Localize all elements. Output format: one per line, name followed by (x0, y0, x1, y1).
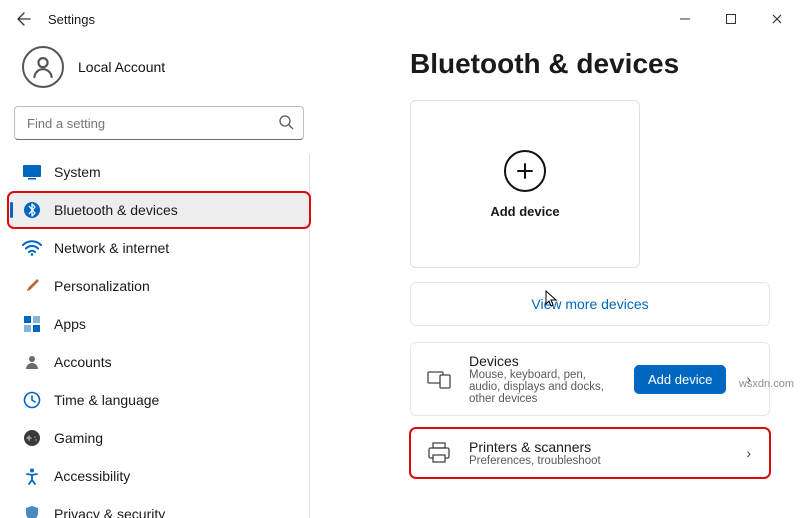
sidebar-item-system[interactable]: System (8, 154, 310, 190)
plus-circle-icon (504, 150, 546, 192)
sidebar-item-label: Bluetooth & devices (54, 202, 178, 218)
devices-card[interactable]: Devices Mouse, keyboard, pen, audio, dis… (410, 342, 770, 416)
accounts-icon (22, 352, 42, 372)
system-icon (22, 162, 42, 182)
titlebar: Settings (0, 0, 800, 38)
bluetooth-icon (22, 200, 42, 220)
devices-icon (425, 369, 453, 389)
sidebar: Local Account System Bluetooth & devices… (0, 38, 320, 518)
account-name: Local Account (78, 59, 165, 75)
add-device-tile[interactable]: Add device (410, 100, 640, 268)
sidebar-item-label: Time & language (54, 392, 159, 408)
main-pane: Bluetooth & devices Add device View more… (320, 38, 800, 518)
sidebar-item-personalization[interactable]: Personalization (8, 268, 310, 304)
sidebar-item-label: Privacy & security (54, 506, 165, 518)
view-more-devices-link[interactable]: View more devices (410, 282, 770, 326)
add-device-label: Add device (490, 204, 559, 219)
add-device-button[interactable]: Add device (634, 365, 726, 394)
sidebar-item-apps[interactable]: Apps (8, 306, 310, 342)
close-button[interactable] (754, 0, 800, 38)
apps-icon (22, 314, 42, 334)
account-block[interactable]: Local Account (8, 38, 310, 106)
page-title: Bluetooth & devices (410, 48, 770, 80)
watermark: wsxdn.com (739, 378, 794, 390)
accessibility-icon (22, 466, 42, 486)
chevron-right-icon: › (742, 445, 755, 461)
gaming-icon (22, 428, 42, 448)
printer-icon (425, 442, 453, 464)
search-box[interactable] (14, 106, 304, 140)
sidebar-item-label: Network & internet (54, 240, 169, 256)
devices-card-subtitle: Mouse, keyboard, pen, audio, displays an… (469, 369, 618, 405)
printers-card-title: Printers & scanners (469, 439, 726, 455)
person-icon (30, 54, 56, 80)
printers-card-subtitle: Preferences, troubleshoot (469, 455, 726, 467)
wifi-icon (22, 238, 42, 258)
sidebar-item-privacy[interactable]: Privacy & security (8, 496, 310, 518)
sidebar-item-label: System (54, 164, 101, 180)
search-icon (278, 114, 294, 135)
cursor-icon (545, 290, 559, 311)
sidebar-item-time[interactable]: Time & language (8, 382, 310, 418)
printers-card[interactable]: Printers & scanners Preferences, trouble… (410, 428, 770, 478)
sidebar-item-label: Accessibility (54, 468, 130, 484)
arrow-left-icon (16, 11, 32, 27)
sidebar-item-accessibility[interactable]: Accessibility (8, 458, 310, 494)
sidebar-item-label: Gaming (54, 430, 103, 446)
maximize-button[interactable] (708, 0, 754, 38)
sidebar-item-label: Apps (54, 316, 86, 332)
sidebar-item-network[interactable]: Network & internet (8, 230, 310, 266)
search-input[interactable] (14, 106, 304, 140)
clock-icon (22, 390, 42, 410)
sidebar-item-accounts[interactable]: Accounts (8, 344, 310, 380)
brush-icon (22, 276, 42, 296)
sidebar-item-bluetooth[interactable]: Bluetooth & devices (8, 192, 310, 228)
sidebar-item-label: Personalization (54, 278, 150, 294)
shield-icon (22, 504, 42, 518)
window-title: Settings (48, 12, 95, 27)
minimize-button[interactable] (662, 0, 708, 38)
avatar (22, 46, 64, 88)
devices-card-title: Devices (469, 353, 618, 369)
nav-list: System Bluetooth & devices Network & int… (8, 154, 310, 518)
sidebar-item-label: Accounts (54, 354, 112, 370)
sidebar-item-gaming[interactable]: Gaming (8, 420, 310, 456)
back-button[interactable] (8, 3, 40, 35)
